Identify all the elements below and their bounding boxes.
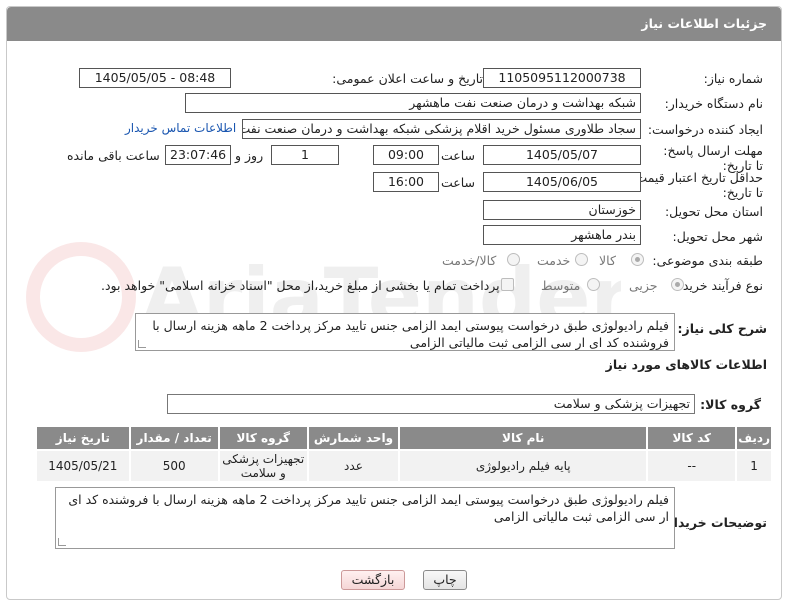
table-row: 1 -- پایه فیلم رادیولوژی عدد تجهیزات پزش… (35, 449, 773, 483)
resize-grip-icon[interactable] (138, 340, 146, 348)
treasury-payment-checkbox[interactable] (501, 278, 514, 291)
process-radio-minor[interactable] (671, 278, 684, 291)
cell-qty: 500 (128, 449, 220, 483)
cell-unit: عدد (306, 449, 401, 483)
cell-group: تجهیزات پزشکی و سلامت (217, 449, 309, 483)
category-option-service: خدمت (537, 253, 571, 268)
category-radio-goods[interactable] (631, 253, 644, 266)
category-radio-goods-service[interactable] (507, 253, 520, 266)
remaining-time-label: ساعت باقی مانده (67, 148, 160, 163)
category-radio-service[interactable] (575, 253, 588, 266)
process-option-medium: متوسط (541, 278, 581, 293)
goods-group-field: تجهیزات پزشکی و سلامت (167, 394, 695, 414)
col-qty: تعداد / مقدار (128, 425, 220, 451)
cell-code: -- (646, 449, 738, 483)
category-option-goods: کالا (599, 253, 616, 268)
need-number-field: 1105095112000738 (483, 68, 641, 88)
city-field: بندر ماهشهر (483, 225, 641, 245)
process-option-minor: جزیی (629, 278, 658, 293)
need-number-label: شماره نیاز: (703, 71, 763, 86)
panel-title: جزئیات اطلاعات نیاز (641, 16, 767, 31)
goods-table: ردیف کد کالا نام کالا واحد شمارش گروه کا… (35, 425, 773, 483)
reply-time-label: ساعت (441, 148, 476, 163)
buyer-notes-textarea[interactable]: فیلم رادیولوژی طبق درخواست پیوستی ایمد ا… (55, 487, 675, 549)
announce-datetime-field: 1405/05/05 - 08:48 (79, 68, 231, 88)
price-validity-date-field: 1405/06/05 (483, 172, 641, 192)
col-unit: واحد شمارش (306, 425, 401, 451)
reply-time-field: 09:00 (373, 145, 439, 165)
province-label: استان محل تحویل: (664, 204, 763, 219)
description-label: شرح کلی نیاز: (677, 321, 767, 336)
buyer-notes-text: فیلم رادیولوژی طبق درخواست پیوستی ایمد ا… (68, 492, 669, 524)
city-label: شهر محل تحویل: (672, 229, 763, 244)
price-validity-time-field: 16:00 (373, 172, 439, 192)
col-group: گروه کالا (217, 425, 309, 451)
back-button[interactable]: بازگشت (341, 570, 405, 590)
resize-grip-icon[interactable] (58, 538, 66, 546)
cell-name: پایه فیلم رادیولوژی (398, 449, 649, 483)
announce-label: تاریخ و ساعت اعلان عمومی: (332, 71, 483, 86)
buyer-org-field: شبکه بهداشت و درمان صنعت نفت ماهشهر (185, 93, 641, 113)
goods-section-title: اطلاعات کالاهای مورد نیاز (605, 357, 767, 372)
buyer-notes-label: توضیحات خریدار: (661, 515, 767, 530)
col-row: ردیف (735, 425, 773, 451)
goods-table-header: ردیف کد کالا نام کالا واحد شمارش گروه کا… (35, 425, 773, 451)
days-label: روز و (235, 148, 264, 163)
treasury-payment-note: پرداخت تمام یا بخشی از مبلغ خرید،از محل … (101, 278, 500, 293)
col-code: کد کالا (646, 425, 738, 451)
buyer-contact-link[interactable]: اطلاعات تماس خریدار (125, 121, 236, 135)
process-type-label: نوع فرآیند خرید : (674, 278, 763, 293)
price-time-label: ساعت (441, 175, 476, 190)
goods-group-label: گروه کالا: (700, 397, 761, 412)
category-option-goods-service: کالا/خدمت (442, 253, 497, 268)
description-text: فیلم رادیولوژی طبق درخواست پیوستی ایمد ا… (152, 318, 669, 350)
remaining-time-field: 23:07:46 (165, 145, 231, 165)
category-label: طبقه بندی موضوعی: (652, 253, 763, 268)
buyer-org-label: نام دستگاه خریدار: (664, 96, 763, 111)
description-textarea[interactable]: فیلم رادیولوژی طبق درخواست پیوستی ایمد ا… (135, 313, 675, 351)
col-name: نام کالا (398, 425, 649, 451)
reply-date-field: 1405/05/07 (483, 145, 641, 165)
creator-field: سجاد طلاوری مسئول خرید اقلام پزشکی شبکه … (242, 119, 641, 139)
details-panel: جزئیات اطلاعات نیاز AriaTender.net شماره… (6, 6, 782, 600)
print-button[interactable]: چاپ (423, 570, 467, 590)
days-remaining-field: 1 (271, 145, 339, 165)
reply-deadline-label: مهلت ارسال پاسخ: تا تاریخ: (663, 143, 763, 173)
creator-label: ایجاد کننده درخواست: (647, 122, 763, 137)
cell-date: 1405/05/21 (35, 449, 131, 483)
province-field: خوزستان (483, 200, 641, 220)
col-date: تاریخ نیاز (35, 425, 131, 451)
process-radio-medium[interactable] (587, 278, 600, 291)
panel-header: جزئیات اطلاعات نیاز (7, 7, 781, 41)
cell-row: 1 (735, 449, 773, 483)
price-validity-label: حداقل تاریخ اعتبار قیمت: تا تاریخ: (631, 170, 763, 200)
